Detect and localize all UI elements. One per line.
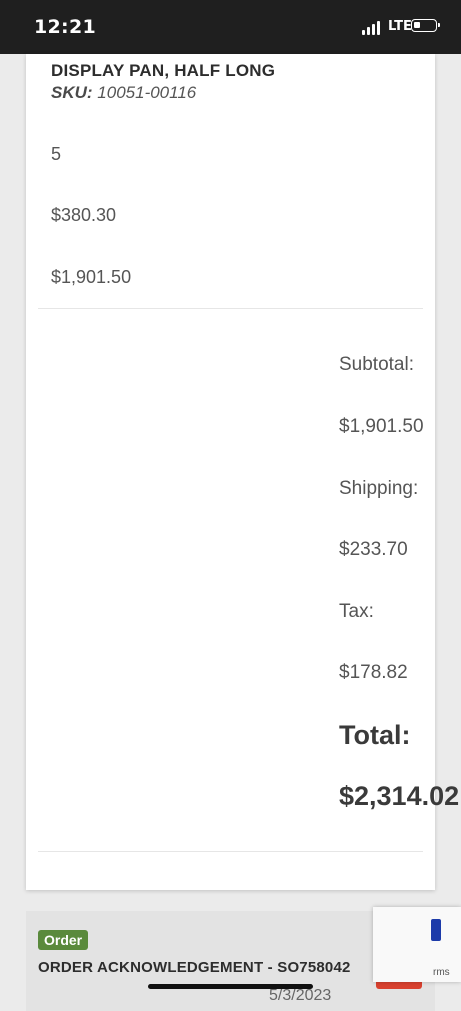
shipping-label: Shipping: bbox=[339, 478, 419, 499]
divider bbox=[38, 851, 423, 852]
recaptcha-terms-link[interactable]: rms bbox=[433, 967, 450, 978]
item-line-total: $1,901.50 bbox=[51, 267, 132, 287]
sku-value: 10051-00116 bbox=[97, 83, 197, 102]
divider bbox=[38, 308, 423, 309]
tax-value: $178.82 bbox=[339, 662, 408, 683]
recaptcha-badge[interactable]: rms bbox=[373, 907, 461, 982]
item-unit-price: $380.30 bbox=[51, 205, 117, 225]
tax-label: Tax: bbox=[339, 601, 374, 622]
order-date: 5/3/2023 bbox=[269, 987, 332, 1004]
home-indicator[interactable] bbox=[148, 984, 313, 989]
order-badge: Order bbox=[38, 930, 89, 950]
order-title[interactable]: ORDER ACKNOWLEDGEMENT - SO758042 bbox=[38, 959, 351, 976]
status-time: 12:21 bbox=[34, 16, 96, 38]
total-value: $2,314.02 bbox=[339, 781, 460, 811]
item-quantity: 5 bbox=[51, 144, 62, 164]
total-label: Total: bbox=[339, 720, 411, 750]
recaptcha-icon bbox=[425, 917, 449, 941]
sku-label: SKU: bbox=[51, 83, 93, 102]
status-bar: 12:21 LTE bbox=[0, 0, 461, 54]
subtotal-label: Subtotal: bbox=[339, 354, 414, 375]
signal-icon bbox=[362, 21, 384, 35]
battery-icon bbox=[411, 19, 440, 32]
item-sku: SKU: 10051-00116 bbox=[51, 83, 196, 103]
shipping-value: $233.70 bbox=[339, 539, 408, 560]
network-type: LTE bbox=[388, 19, 412, 34]
item-name: DISPLAY PAN, HALF LONG bbox=[51, 61, 276, 80]
subtotal-value: $1,901.50 bbox=[339, 416, 424, 437]
order-detail-card: DISPLAY PAN, HALF LONG SKU: 10051-00116 … bbox=[26, 54, 459, 890]
